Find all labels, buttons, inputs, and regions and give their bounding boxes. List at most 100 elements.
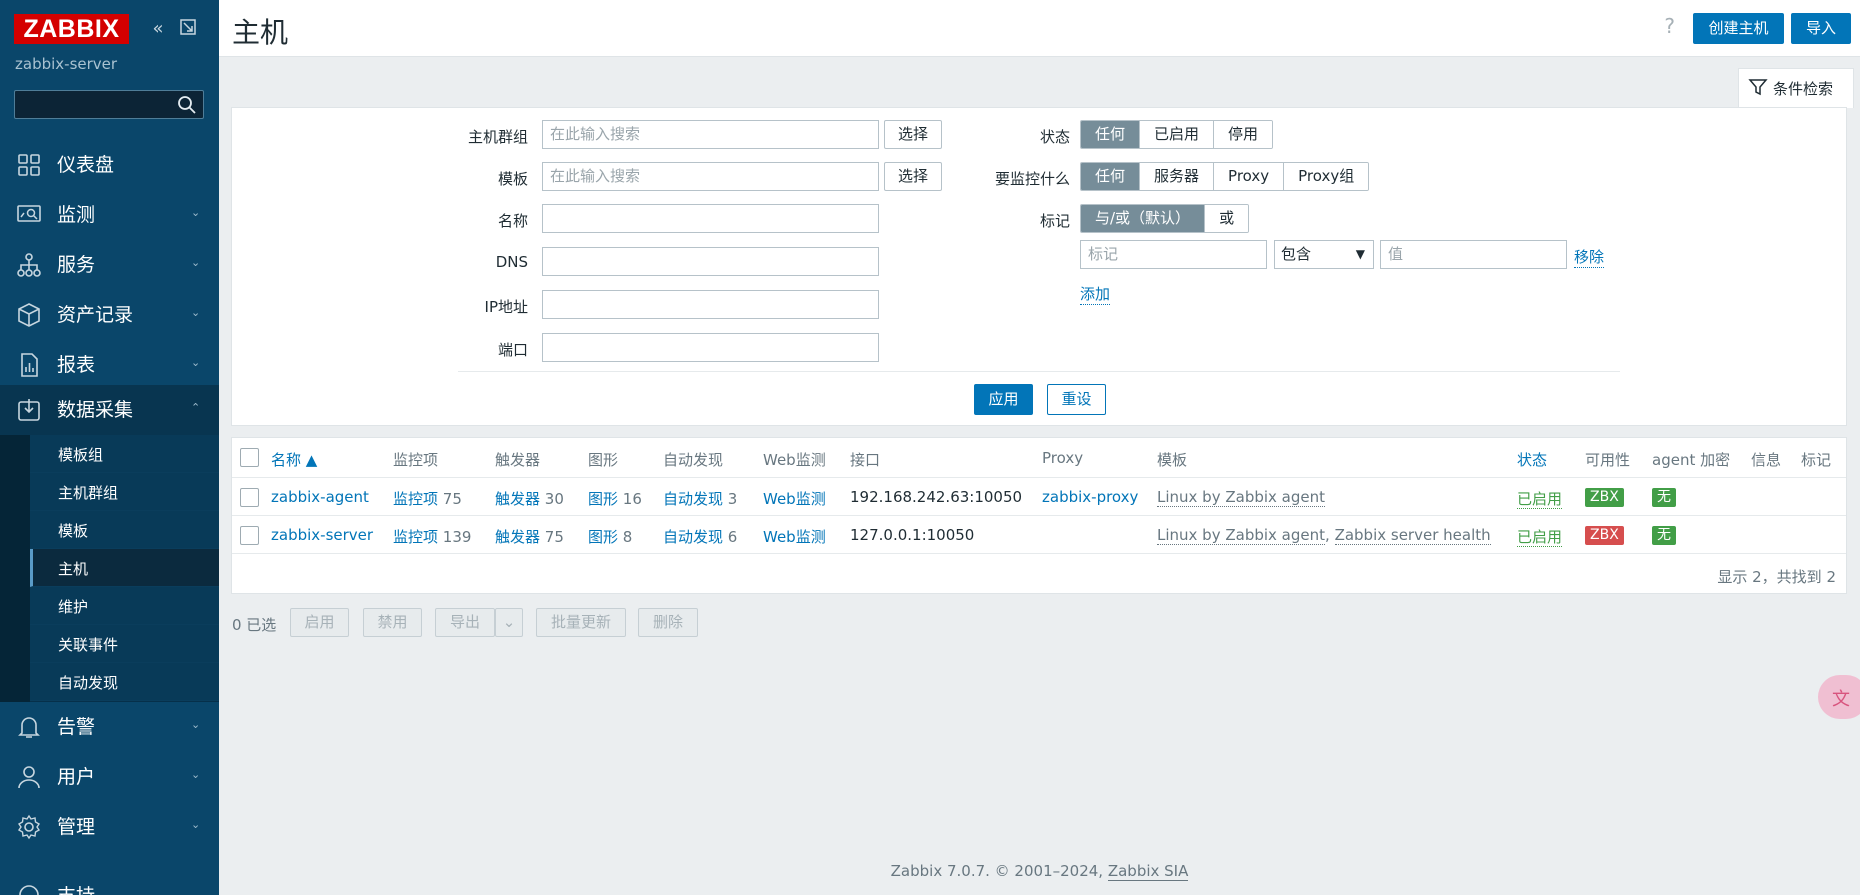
submenu-templates[interactable]: 模板	[30, 511, 219, 549]
submenu-host-groups[interactable]: 主机群组	[30, 473, 219, 511]
submenu-discovery[interactable]: 自动发现	[30, 663, 219, 701]
search-icon[interactable]	[177, 95, 197, 115]
tags-or[interactable]: 或	[1205, 205, 1249, 232]
status-enabled[interactable]: 已启用	[1140, 121, 1215, 148]
translate-floating-button[interactable]: 文	[1818, 675, 1860, 719]
nav-reports[interactable]: 报表 ⌄	[0, 340, 219, 390]
col-status[interactable]: 状态	[1517, 449, 1547, 470]
submenu-template-groups[interactable]: 模板组	[30, 435, 219, 473]
table-row: zabbix-server 监控项 139 触发器 75 图形 8 自动发现 6…	[232, 516, 1846, 554]
nav-alerts[interactable]: 告警 ⌄	[0, 702, 219, 752]
nav-support[interactable]: 支持	[0, 870, 219, 895]
select-all-checkbox[interactable]	[240, 448, 259, 467]
hosts-table: 名称 ▲ 监控项 触发器 图形 自动发现 Web监测 接口 Proxy 模板 状…	[231, 437, 1847, 594]
status-link[interactable]: 已启用	[1517, 490, 1563, 509]
status-disabled[interactable]: 停用	[1214, 121, 1273, 148]
template-link[interactable]: Linux by Zabbix agent	[1157, 488, 1326, 507]
bulk-disable-button[interactable]: 禁用	[363, 608, 422, 637]
tags-evaltype-segmented: 与/或（默认） 或	[1080, 204, 1250, 233]
sidebar-search-input[interactable]	[15, 91, 175, 118]
monitored-by-any[interactable]: 任何	[1081, 163, 1141, 190]
page-header: 主机 ? 创建主机 导入	[219, 0, 1860, 57]
help-icon[interactable]: ?	[1664, 14, 1675, 38]
nav-data-collection[interactable]: 数据采集 ⌃	[0, 385, 219, 435]
encryption-cell: 无	[1652, 487, 1676, 507]
host-name-link[interactable]: zabbix-agent	[271, 488, 369, 506]
bulk-export-button[interactable]: 导出	[435, 608, 495, 637]
templates-cell: Linux by Zabbix agent, Zabbix server hea…	[1157, 526, 1491, 545]
col-proxy: Proxy	[1042, 449, 1084, 467]
bulk-delete-button[interactable]: 删除	[638, 608, 698, 637]
web-link[interactable]: Web监测	[763, 488, 826, 509]
name-input[interactable]	[542, 204, 879, 233]
row-checkbox[interactable]	[240, 488, 259, 507]
availability-badge[interactable]: ZBX	[1585, 526, 1624, 545]
apply-button[interactable]: 应用	[974, 384, 1033, 415]
table-header: 名称 ▲ 监控项 触发器 图形 自动发现 Web监测 接口 Proxy 模板 状…	[232, 438, 1846, 478]
proxy-link[interactable]: zabbix-proxy	[1042, 488, 1138, 506]
nav-inventory[interactable]: 资产记录 ⌄	[0, 290, 219, 340]
submenu-hosts[interactable]: 主机	[30, 549, 219, 587]
triggers-count: 30	[544, 490, 564, 508]
nav-administration[interactable]: 管理 ⌄	[0, 802, 219, 852]
value-placeholder: 值	[1388, 245, 1404, 263]
tag-value-input[interactable]: 值	[1380, 240, 1567, 269]
items-link[interactable]: 监控项	[393, 528, 438, 546]
reset-button[interactable]: 重设	[1047, 384, 1106, 415]
table-summary: 显示 2，共找到 2	[1717, 568, 1836, 586]
availability-badge[interactable]: ZBX	[1585, 488, 1624, 507]
monitored-by-proxy[interactable]: Proxy	[1214, 163, 1285, 190]
inventory-box-icon	[18, 303, 40, 327]
tag-name-input[interactable]: 标记	[1080, 240, 1267, 269]
monitored-by-proxy-group[interactable]: Proxy组	[1284, 163, 1369, 190]
items-link[interactable]: 监控项	[393, 490, 438, 508]
nav-label: 资产记录	[57, 304, 134, 326]
ip-input[interactable]	[542, 290, 879, 319]
create-host-button[interactable]: 创建主机	[1693, 13, 1784, 44]
bulk-mass-update-button[interactable]: 批量更新	[536, 608, 626, 637]
tag-operator-select[interactable]: 包含 ▼	[1274, 240, 1374, 269]
remove-tag-link[interactable]: 移除	[1574, 246, 1605, 268]
host-name-link[interactable]: zabbix-server	[271, 526, 373, 544]
templates-input[interactable]: 在此输入搜索	[542, 162, 879, 191]
submenu-event-correlation[interactable]: 关联事件	[30, 625, 219, 663]
template-link[interactable]: Linux by Zabbix agent	[1157, 526, 1326, 545]
kiosk-mode-icon[interactable]	[177, 18, 199, 40]
bulk-enable-button[interactable]: 启用	[290, 608, 349, 637]
col-agent-encryption: agent 加密	[1652, 451, 1731, 469]
discovery-link[interactable]: 自动发现	[663, 490, 723, 508]
nav-monitoring[interactable]: 监测 ⌄	[0, 190, 219, 240]
graphs-link[interactable]: 图形	[588, 490, 618, 508]
nav-services[interactable]: 服务 ⌄	[0, 240, 219, 290]
export-dropdown-button[interactable]: ⌄	[495, 608, 523, 637]
port-input[interactable]	[542, 333, 879, 362]
row-checkbox[interactable]	[240, 526, 259, 545]
nav-label: 数据采集	[57, 399, 134, 421]
add-tag-link[interactable]: 添加	[1080, 283, 1111, 305]
filter-tab[interactable]: 条件检索	[1738, 68, 1854, 108]
status-label: 状态	[1039, 128, 1070, 146]
collapse-sidebar-icon[interactable]: «	[147, 18, 169, 40]
host-groups-input[interactable]: 在此输入搜索	[542, 120, 879, 149]
triggers-link[interactable]: 触发器	[495, 528, 540, 546]
encryption-badge: 无	[1652, 526, 1676, 545]
import-button[interactable]: 导入	[1791, 13, 1851, 44]
dns-input[interactable]	[542, 247, 879, 276]
triggers-link[interactable]: 触发器	[495, 490, 540, 508]
web-link[interactable]: Web监测	[763, 526, 826, 547]
nav-dashboard[interactable]: 仪表盘	[0, 140, 219, 190]
submenu-maintenance[interactable]: 维护	[30, 587, 219, 625]
graphs-count: 8	[622, 528, 633, 546]
status-link[interactable]: 已启用	[1517, 528, 1563, 547]
template-link[interactable]: Zabbix server health	[1334, 526, 1491, 545]
submenu-label: 主机	[58, 560, 89, 578]
footer-link[interactable]: Zabbix SIA	[1107, 862, 1189, 881]
status-any[interactable]: 任何	[1081, 121, 1141, 148]
zabbix-logo[interactable]: ZABBIX	[14, 14, 129, 44]
tags-and-or[interactable]: 与/或（默认）	[1081, 205, 1206, 232]
monitored-by-server[interactable]: 服务器	[1140, 163, 1215, 190]
col-name[interactable]: 名称 ▲	[271, 449, 317, 470]
nav-users[interactable]: 用户 ⌄	[0, 752, 219, 802]
discovery-link[interactable]: 自动发现	[663, 528, 723, 546]
graphs-link[interactable]: 图形	[588, 528, 618, 546]
